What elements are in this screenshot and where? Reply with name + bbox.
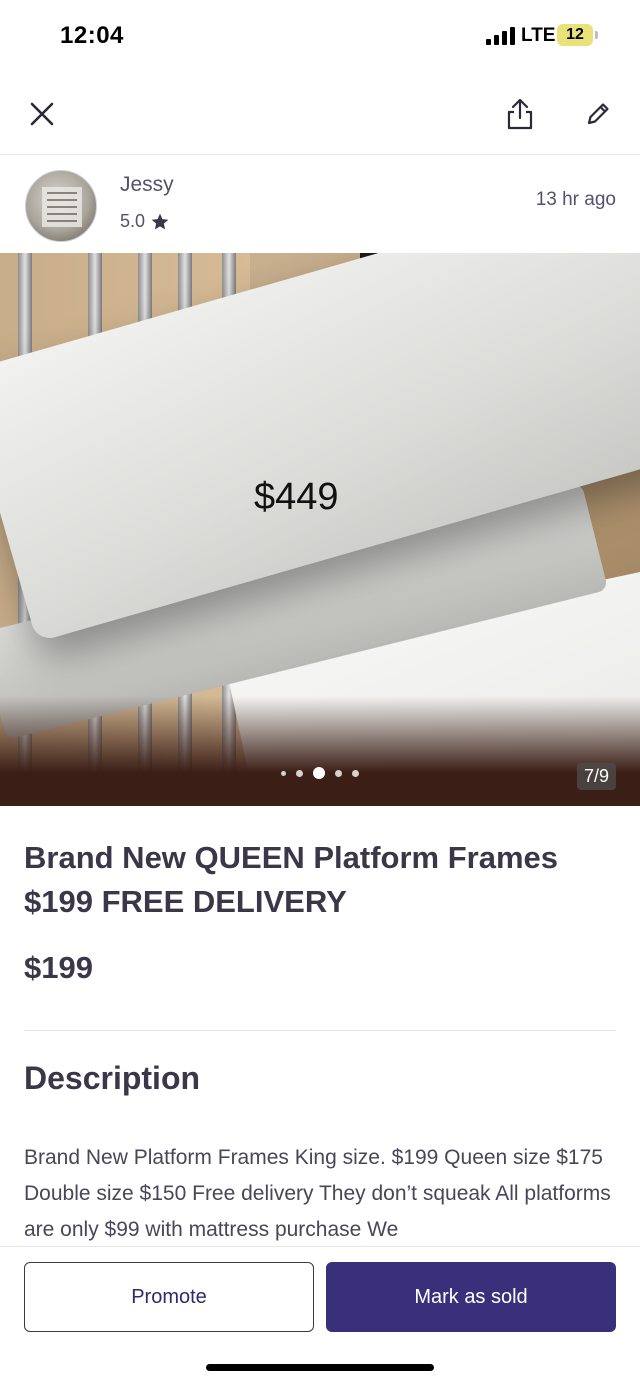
description-text: Brand New Platform Frames King size. $19… [24, 1146, 611, 1241]
mark-as-sold-button[interactable]: Mark as sold [326, 1262, 616, 1332]
share-icon[interactable] [498, 92, 542, 136]
pencil-icon[interactable] [576, 92, 620, 136]
listing-photo[interactable]: $449 7/9 [0, 253, 640, 806]
photo-counter: 7/9 [576, 763, 616, 790]
battery-icon: 12 [557, 24, 593, 46]
divider [24, 1030, 616, 1031]
status-bar: 12:04 LTE 12 [0, 0, 640, 74]
home-indicator[interactable] [206, 1364, 434, 1371]
signal-icon [486, 27, 516, 45]
close-icon[interactable] [20, 92, 64, 136]
avatar[interactable] [25, 170, 97, 242]
battery-nub [595, 31, 598, 39]
carousel-dot-active[interactable] [313, 767, 325, 779]
star-icon [151, 213, 169, 229]
rating-value: 5.0 [120, 211, 146, 231]
description-heading: Description [24, 1060, 201, 1096]
seller-row[interactable]: Jessy 5.0 13 hr ago [0, 155, 640, 253]
promote-button[interactable]: Promote [24, 1262, 314, 1332]
carousel-dot[interactable] [281, 770, 286, 776]
listing-price: $199 [24, 950, 93, 985]
listing-title: Brand New QUEEN Platform Frames $199 FRE… [24, 840, 559, 919]
carousel-dot[interactable] [352, 769, 359, 777]
battery-level: 12 [566, 26, 584, 43]
carousel-dot[interactable] [296, 769, 303, 777]
network-label: LTE [521, 25, 556, 46]
avatar-image [42, 187, 82, 227]
carousel-dot[interactable] [335, 769, 342, 777]
seller-name[interactable]: Jessy [120, 173, 174, 197]
status-time: 12:04 [60, 22, 124, 49]
seller-rating: 5.0 [120, 211, 170, 232]
photo-price-overlay: $449 [254, 476, 339, 518]
posted-time: 13 hr ago [535, 189, 616, 210]
carousel-dots[interactable] [0, 767, 640, 779]
nav-bar [0, 74, 640, 155]
